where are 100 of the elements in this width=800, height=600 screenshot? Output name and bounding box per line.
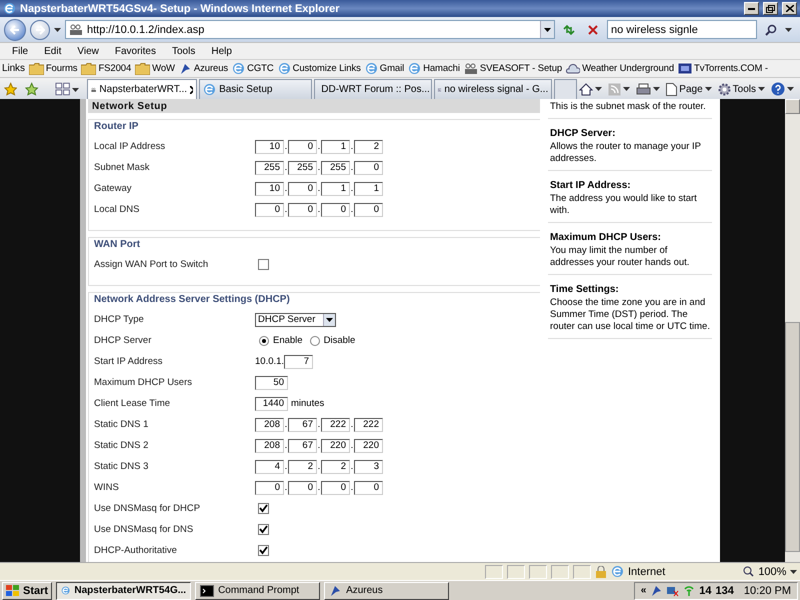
caret-icon[interactable]	[544, 28, 551, 32]
browser-tab[interactable]: NapsterbaterWRT...	[87, 79, 198, 99]
ip-octet-field[interactable]: 1	[321, 140, 350, 154]
command-menu-button[interactable]: Page	[666, 82, 712, 96]
start-button[interactable]: Start	[2, 582, 52, 600]
caret-icon[interactable]	[623, 87, 630, 91]
ip-octet-field[interactable]: 222	[321, 418, 350, 432]
wireless-icon	[683, 584, 696, 596]
forward-button[interactable]	[30, 20, 50, 40]
vertical-scrollbar[interactable]	[785, 99, 800, 562]
caret-icon[interactable]	[595, 87, 602, 91]
close-button[interactable]	[782, 2, 797, 15]
ip-octet-field[interactable]: 220	[321, 438, 350, 452]
menu-item[interactable]: File	[12, 46, 28, 56]
menu-item[interactable]: Tools	[172, 46, 196, 56]
ip-octet-field[interactable]: 208	[255, 438, 284, 452]
ip-octet-field[interactable]: 7	[284, 354, 314, 368]
menu-item[interactable]: Edit	[44, 46, 62, 56]
tab-list-caret-icon[interactable]	[72, 88, 80, 92]
ip-octet-field[interactable]: 208	[255, 418, 284, 432]
field-label: Use DNSMasq for DHCP	[94, 503, 202, 514]
caret-icon[interactable]	[704, 87, 712, 91]
caret-icon[interactable]	[787, 87, 794, 91]
expand-tray-icon[interactable]: «	[640, 585, 646, 596]
command-menu-button[interactable]: Tools	[718, 82, 765, 96]
ip-octet-field[interactable]: 0	[288, 480, 317, 494]
help-button[interactable]	[771, 82, 794, 96]
ip-octet-field[interactable]: 10	[255, 182, 284, 196]
favorites-link[interactable]: Fourms	[28, 62, 78, 74]
favorites-link[interactable]: TvTorrents.COM -	[678, 63, 768, 74]
ip-octet-field[interactable]: 0	[288, 182, 317, 196]
favorites-link[interactable]: WoW	[135, 62, 175, 74]
search-caret-icon[interactable]	[785, 28, 792, 32]
history-caret-icon[interactable]	[54, 28, 61, 32]
ip-octet-field[interactable]: 2	[321, 460, 350, 474]
ip-octet-field[interactable]: 0	[255, 480, 284, 494]
checkbox[interactable]	[258, 545, 269, 556]
browser-tab[interactable]: Basic Setup	[199, 79, 312, 99]
minimize-button[interactable]	[744, 2, 759, 15]
checkbox[interactable]	[258, 259, 269, 270]
ip-octet-field[interactable]: 0	[354, 480, 383, 494]
quick-tabs-icon[interactable]	[54, 82, 70, 96]
ip-octet-field[interactable]: 255	[321, 160, 350, 174]
favorites-link[interactable]: Customize Links	[278, 62, 361, 75]
caret-icon[interactable]	[790, 570, 798, 574]
ip-octet-field[interactable]: 10	[255, 140, 284, 154]
ip-octet-field[interactable]: 0	[255, 202, 284, 216]
taskbar-button[interactable]: NapsterbaterWRT54G...	[56, 582, 192, 600]
dropdown-select[interactable]: DHCP Server	[255, 312, 336, 326]
ip-octet-field[interactable]: 255	[255, 160, 284, 174]
checkbox[interactable]	[258, 524, 269, 535]
favorites-link[interactable]: Gmail	[364, 62, 404, 75]
taskbar-button[interactable]: Command Prompt	[195, 582, 320, 600]
checkbox[interactable]	[258, 503, 269, 514]
radio-button[interactable]	[259, 336, 269, 346]
favorites-link[interactable]: Weather Underground	[566, 63, 674, 74]
browser-tab[interactable]: DD-WRT Forum :: Pos...	[314, 79, 432, 99]
number-field[interactable]: 1440	[255, 396, 288, 410]
favorites-link[interactable]: Azureus	[178, 62, 228, 75]
ip-octet-field[interactable]: 220	[354, 438, 383, 452]
ip-octet-field[interactable]: 67	[288, 418, 317, 432]
address-field[interactable]: http://10.0.1.2/index.asp	[65, 20, 555, 39]
ip-octet-field[interactable]: 0	[288, 202, 317, 216]
back-button[interactable]	[4, 18, 26, 40]
ip-octet-field[interactable]: 222	[354, 418, 383, 432]
zoom-button[interactable]: 100%	[743, 566, 798, 578]
ip-octet-field[interactable]: 2	[288, 460, 317, 474]
ip-octet-field[interactable]: 4	[255, 460, 284, 474]
ip-octet-field[interactable]: 0	[321, 480, 350, 494]
print-button[interactable]	[636, 82, 660, 96]
browser-tab[interactable]: no wireless signal - G...	[434, 79, 552, 99]
ip-octet-field[interactable]: 67	[288, 438, 317, 452]
favorites-link[interactable]: SVEASOFT - Setup	[464, 62, 562, 74]
caret-icon[interactable]	[758, 87, 765, 91]
add-favorite-icon[interactable]	[25, 82, 39, 96]
search-field[interactable]: no wireless signle	[607, 20, 757, 39]
caret-icon[interactable]	[653, 87, 660, 91]
menu-item[interactable]: View	[77, 46, 99, 56]
feed-button[interactable]	[608, 82, 630, 96]
radio-dot-icon	[262, 338, 266, 342]
radio-button[interactable]	[310, 336, 320, 346]
favorites-link[interactable]: Hamachi	[408, 62, 460, 75]
ip-octet-field[interactable]: 0	[288, 140, 317, 154]
number-field[interactable]: 50	[255, 376, 288, 390]
favorites-link[interactable]: FS2004	[81, 62, 132, 74]
favorites-star-icon[interactable]	[4, 82, 18, 96]
ip-octet-field[interactable]: 3	[354, 460, 383, 474]
taskbar-button[interactable]: Azureus	[324, 582, 450, 600]
ip-octet-field[interactable]: 2	[354, 140, 383, 154]
ip-octet-field[interactable]: 0	[321, 202, 350, 216]
home-button[interactable]	[579, 82, 602, 96]
restore-button[interactable]	[763, 2, 778, 15]
favorites-link[interactable]: CGTC	[232, 62, 274, 75]
ip-octet-field[interactable]: 1	[354, 182, 383, 196]
menu-item[interactable]: Help	[211, 46, 232, 56]
ip-octet-field[interactable]: 0	[354, 160, 383, 174]
ip-octet-field[interactable]: 1	[321, 182, 350, 196]
ip-octet-field[interactable]: 255	[288, 160, 317, 174]
ip-octet-field[interactable]: 0	[354, 202, 383, 216]
menu-item[interactable]: Favorites	[114, 46, 156, 56]
